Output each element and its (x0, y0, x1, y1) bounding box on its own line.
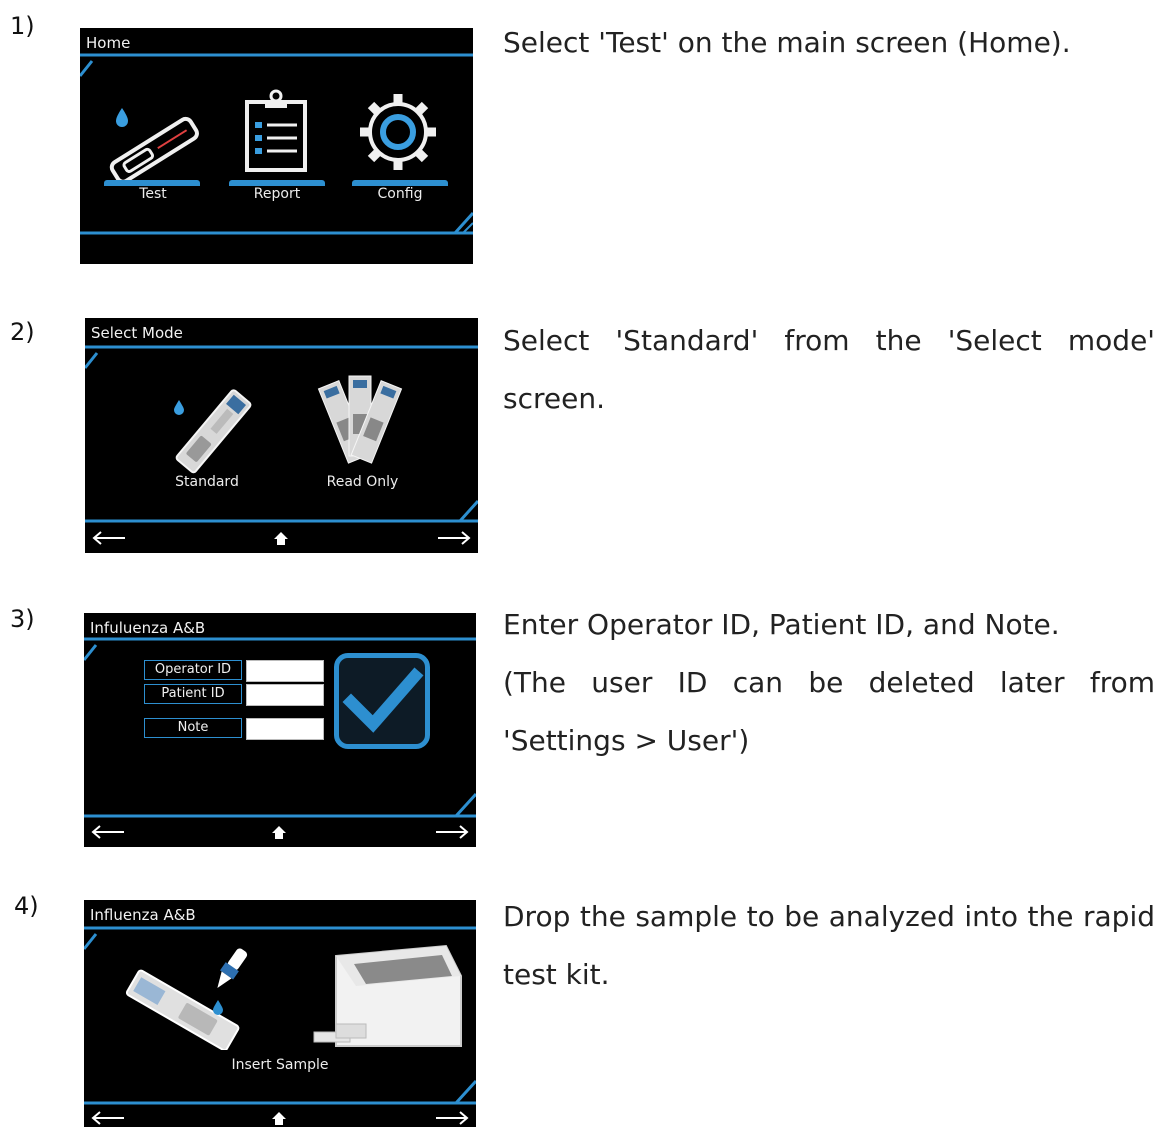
test-strip-icon (109, 108, 199, 184)
test-button[interactable]: Test (98, 88, 203, 208)
bottom-navigation-bar (84, 1103, 476, 1127)
clipboard-report-icon (245, 89, 307, 172)
step-description-note: (The user ID can be deleted later from '… (503, 666, 1155, 757)
config-label: Config (377, 186, 423, 202)
home-icon (274, 532, 288, 545)
back-button[interactable] (89, 525, 129, 551)
home-icon (272, 1112, 286, 1125)
home-icon (272, 826, 286, 839)
config-button[interactable]: Config (348, 88, 453, 208)
home-button[interactable] (259, 819, 299, 845)
step-number: 1) (10, 12, 35, 40)
back-arrow-icon (91, 825, 124, 839)
next-arrow-icon (436, 825, 469, 839)
next-button[interactable] (432, 819, 472, 845)
next-button[interactable] (432, 1105, 472, 1127)
screen-title: Select Mode (91, 324, 183, 342)
step-description: Enter Operator ID, Patient ID, and Note. (503, 608, 1060, 641)
step-number: 4) (14, 892, 39, 920)
step-number: 3) (10, 605, 35, 633)
home-button[interactable] (261, 525, 301, 551)
read-only-label: Read Only (326, 474, 399, 490)
bottom-navigation-bar (84, 817, 476, 847)
home-screen: Home Test Report Config (80, 28, 473, 264)
home-button[interactable] (259, 1105, 299, 1127)
back-arrow-icon (91, 1111, 124, 1125)
back-button[interactable] (88, 1105, 128, 1127)
report-button[interactable]: Report (225, 88, 330, 208)
step-description: Select 'Test' on the main screen (Home). (503, 26, 1071, 59)
operator-id-input[interactable] (246, 660, 324, 682)
screen-title: Infuluenza A&B (90, 619, 206, 637)
infuluenza-entry-screen: Infuluenza A&B Operator ID Patient ID No… (84, 613, 476, 847)
single-test-strip-icon (174, 389, 252, 474)
test-label: Test (139, 186, 167, 202)
gear-icon (360, 94, 436, 170)
screen-title: Home (86, 34, 131, 52)
insert-sample-caption: Insert Sample (231, 1057, 329, 1073)
note-label: Note (144, 718, 242, 738)
back-arrow-icon (92, 531, 125, 545)
operator-id-label: Operator ID (144, 660, 242, 680)
next-arrow-icon (438, 531, 471, 545)
multiple-test-strips-icon (317, 375, 403, 464)
confirm-button[interactable] (334, 653, 430, 749)
bottom-navigation-bar (85, 523, 478, 553)
checkmark-icon (342, 667, 424, 733)
next-button[interactable] (434, 525, 474, 551)
patient-id-input[interactable] (246, 684, 324, 706)
patient-id-label: Patient ID (144, 684, 242, 704)
sample-dropper-test-kit-icon (125, 948, 248, 1050)
analyzer-device-icon (313, 944, 462, 1047)
back-button[interactable] (88, 819, 128, 845)
insert-sample-screen: Influenza A&B Insert Sample (84, 900, 476, 1127)
screen-frame-decoration (85, 345, 478, 523)
select-mode-screen: Select Mode Standard Read Only (85, 318, 478, 553)
standard-mode-button[interactable]: Standard (157, 370, 257, 495)
step-description: Select 'Standard' from the 'Select mode'… (503, 324, 1155, 415)
screen-title: Influenza A&B (90, 906, 196, 924)
step-description: Drop the sample to be analyzed into the … (503, 900, 1155, 991)
step-number: 2) (10, 318, 35, 346)
report-label: Report (253, 186, 301, 202)
standard-label: Standard (175, 474, 239, 490)
read-only-mode-button[interactable]: Read Only (305, 370, 415, 495)
next-arrow-icon (436, 1111, 469, 1125)
note-input[interactable] (246, 718, 324, 740)
